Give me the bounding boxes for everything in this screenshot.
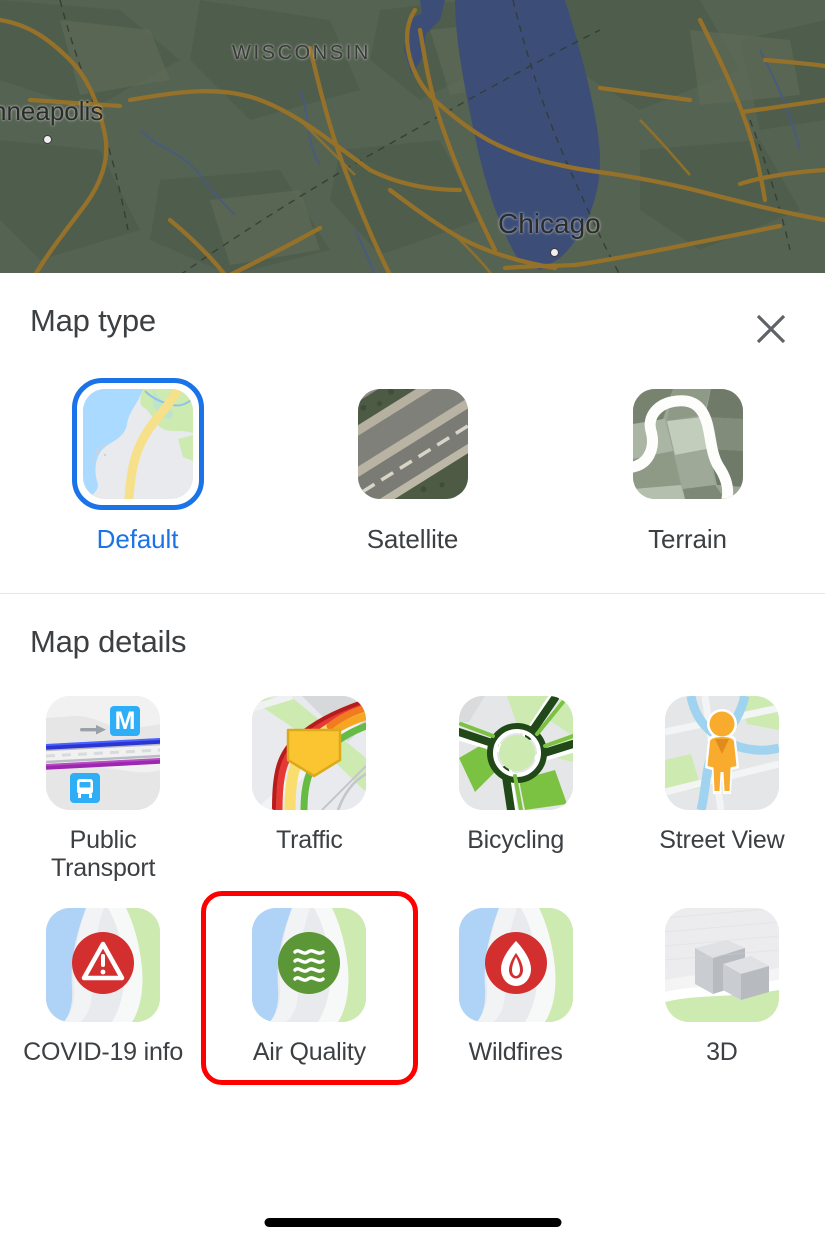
map-type-thumb-wrap-default — [71, 378, 204, 510]
map-type-options: Default Satellite Terrain — [0, 378, 825, 593]
map-type-sheet: Map type Default Satellite Terrain Map d… — [0, 273, 825, 1249]
street-view-thumbnail — [664, 696, 779, 810]
metro-badge: M — [110, 706, 141, 736]
map-detail-public-transport[interactable]: M Public Transport — [0, 684, 206, 896]
building-block-right — [722, 956, 769, 1000]
wildfires-thumbnail — [458, 908, 573, 1022]
section-divider — [0, 593, 825, 594]
close-icon — [754, 312, 788, 346]
map-detail-3d[interactable]: 3D — [619, 896, 825, 1080]
bus-badge — [70, 773, 101, 803]
map-label-minneapolis: nneapolis — [0, 96, 104, 126]
map-backdrop[interactable]: WISCONSIN nneapolis Chicago — [0, 0, 825, 275]
map-type-option-satellite[interactable]: Satellite — [275, 378, 550, 593]
map-terrain-thumbnail — [632, 389, 743, 499]
map-satellite-thumbnail — [357, 389, 468, 499]
map-detail-label-traffic: Traffic — [276, 826, 343, 854]
map-type-screen: WISCONSIN nneapolis Chicago Map type Def… — [0, 0, 825, 1249]
covid-info-thumbnail — [46, 908, 161, 1022]
map-detail-label-bicycling: Bicycling — [467, 826, 565, 854]
air-quality-thumbnail — [252, 908, 367, 1022]
page-title: Map type — [30, 303, 156, 338]
svg-text:M: M — [115, 707, 136, 735]
map-type-label-terrain: Terrain — [648, 524, 727, 554]
map-detail-covid-19-info[interactable]: COVID-19 info — [0, 896, 206, 1080]
map-label-chicago: Chicago — [498, 208, 601, 239]
wildfire-flame-icon — [484, 932, 547, 994]
map-detail-street-view[interactable]: Street View — [619, 684, 825, 896]
map-type-label-default: Default — [96, 524, 179, 554]
covid-warning-icon — [72, 932, 135, 994]
map-type-label-satellite: Satellite — [366, 524, 459, 554]
home-indicator[interactable] — [264, 1218, 561, 1227]
map-detail-traffic[interactable]: Traffic — [206, 684, 412, 896]
map-detail-label-public-transport: Public Transport — [50, 826, 156, 882]
map-detail-label-air-quality: Air Quality — [252, 1038, 366, 1066]
map-type-thumb-wrap-terrain — [622, 378, 754, 510]
map-detail-bicycling[interactable]: Bicycling — [413, 684, 619, 896]
sheet-header: Map type — [0, 273, 825, 378]
map-detail-label-wildfires: Wildfires — [468, 1038, 563, 1066]
bicycling-thumbnail — [458, 696, 573, 810]
close-button[interactable] — [751, 309, 791, 349]
map-type-option-default[interactable]: Default — [0, 378, 275, 593]
city-dot-chicago — [550, 248, 559, 257]
3d-buildings-thumbnail — [664, 908, 779, 1022]
map-detail-air-quality[interactable]: Air Quality — [201, 891, 418, 1085]
map-detail-label-street-view: Street View — [659, 826, 785, 854]
air-quality-waves-icon — [278, 932, 341, 994]
map-default-thumbnail — [82, 389, 193, 499]
map-label-wisconsin: WISCONSIN — [232, 42, 371, 64]
map-details-grid: M Public Transport Traffic Bicycling Str… — [0, 684, 825, 1085]
map-type-option-terrain[interactable]: Terrain — [550, 378, 825, 593]
map-details-title: Map details — [30, 624, 187, 659]
city-dot-minneapolis — [43, 135, 52, 144]
map-type-thumb-wrap-satellite — [347, 378, 479, 510]
traffic-thumbnail — [252, 696, 367, 810]
map-detail-label-3d: 3D — [706, 1038, 738, 1066]
map-detail-wildfires[interactable]: Wildfires — [413, 896, 619, 1080]
public-transport-thumbnail: M — [46, 696, 161, 810]
map-detail-label-covid-19-info: COVID-19 info — [23, 1038, 184, 1066]
